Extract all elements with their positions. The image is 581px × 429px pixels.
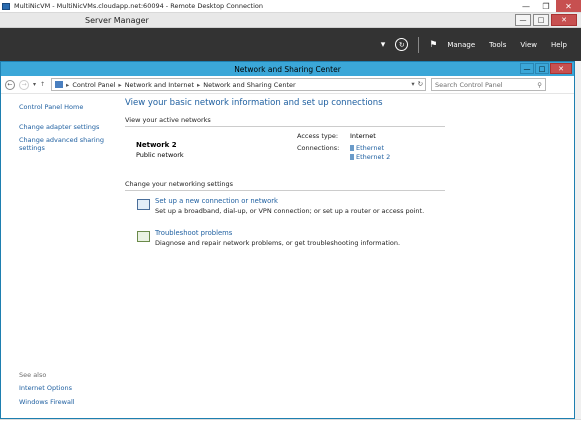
task-setup-connection: Set up a new connection or network Set u… — [125, 197, 565, 227]
nav-change-advanced-sharing[interactable]: Change advanced sharing settings — [19, 136, 114, 152]
task-troubleshoot: Troubleshoot problems Diagnose and repai… — [125, 229, 565, 259]
server-manager-title: Server Manager — [85, 15, 149, 25]
page-title: View your basic network information and … — [125, 98, 383, 108]
network-name[interactable]: Network 2 — [136, 141, 177, 149]
nsc-window-controls: — □ ✕ — [520, 63, 572, 74]
control-panel-icon — [55, 81, 64, 88]
rdc-title: MultiNicVM - MultiNicVMs.cloudapp.net:60… — [14, 2, 264, 10]
breadcrumb-network-internet[interactable]: Network and Internet — [125, 81, 194, 89]
breadcrumb-control-panel[interactable]: Control Panel — [72, 81, 115, 89]
address-bar[interactable]: ▸ Control Panel ▸ Network and Internet ▸… — [51, 78, 427, 91]
dropdown-arrow-icon[interactable]: ▾ — [381, 40, 386, 50]
access-type-row: Access type: Internet — [297, 132, 390, 140]
see-also-section: See also Internet Options Windows Firewa… — [19, 371, 114, 412]
address-row: ← → ▾ ↑ ▸ Control Panel ▸ Network and In… — [1, 76, 574, 94]
ethernet-icon — [350, 145, 354, 151]
vertical-scrollbar[interactable] — [575, 61, 581, 421]
access-type-value: Internet — [350, 132, 376, 140]
see-also-windows-firewall[interactable]: Windows Firewall — [19, 398, 114, 406]
close-icon[interactable]: ✕ — [551, 14, 577, 26]
back-arrow-icon[interactable]: ← — [5, 79, 15, 90]
active-networks-label: View your active networks — [125, 116, 445, 127]
minimize-icon[interactable]: — — [520, 63, 534, 74]
chevron-down-icon[interactable]: ▾ — [411, 80, 414, 88]
breadcrumb-separator-icon: ▸ — [66, 80, 70, 89]
network-card: Network 2 Public network Access type: In… — [125, 127, 565, 172]
refresh-icon[interactable]: ↻ — [418, 80, 423, 88]
maximize-icon[interactable]: □ — [535, 63, 549, 74]
minimize-icon[interactable]: — — [516, 0, 536, 12]
rdc-window-controls: — ❐ ✕ — [516, 0, 581, 12]
view-menu[interactable]: View — [520, 41, 537, 49]
see-also-label: See also — [19, 371, 47, 379]
bottom-strip — [0, 419, 581, 429]
nsc-title-bar: Network and Sharing Center — □ ✕ — [1, 62, 574, 76]
breadcrumb-nsc[interactable]: Network and Sharing Center — [203, 81, 295, 89]
connections-label: Connections: — [297, 144, 340, 152]
connections-list: Ethernet Ethernet 2 — [350, 144, 390, 162]
network-details: Access type: Internet Connections: Ether… — [297, 132, 390, 166]
refresh-icon[interactable]: ↻ — [395, 38, 409, 51]
left-nav: Control Panel Home Change adapter settin… — [19, 103, 114, 157]
connections-row: Connections: Ethernet Ethernet 2 — [297, 144, 390, 162]
close-icon[interactable]: ✕ — [550, 63, 572, 74]
server-manager-title-bar: Server Manager — □ ✕ — [0, 13, 581, 28]
tools-menu[interactable]: Tools — [489, 41, 506, 49]
manage-menu[interactable]: Manage — [447, 41, 475, 49]
troubleshoot-icon — [137, 231, 150, 242]
maximize-icon[interactable]: □ — [533, 14, 549, 26]
minimize-icon[interactable]: — — [515, 14, 531, 26]
connection-ethernet-label: Ethernet — [356, 144, 384, 152]
server-manager-toolbar: ▾ ↻ ⚑ Manage Tools View Help — [0, 28, 581, 61]
restore-icon[interactable]: ❐ — [536, 0, 556, 12]
rdc-app-icon — [2, 2, 10, 10]
search-icon[interactable]: ⚲ — [537, 81, 542, 89]
search-input[interactable]: Search Control Panel ⚲ — [431, 78, 547, 91]
breadcrumb-separator-icon: ▸ — [197, 80, 201, 89]
notifications-flag-icon[interactable]: ⚑ — [429, 40, 437, 50]
nsc-window-title: Network and Sharing Center — [234, 64, 341, 74]
setup-connection-link[interactable]: Set up a new connection or network — [155, 197, 278, 205]
change-settings-label: Change your networking settings — [125, 180, 445, 191]
connection-ethernet-2-label: Ethernet 2 — [356, 153, 391, 161]
rdc-title-bar: MultiNicVM - MultiNicVMs.cloudapp.net:60… — [0, 0, 581, 13]
nav-change-adapter-settings[interactable]: Change adapter settings — [19, 123, 114, 131]
connection-ethernet-2[interactable]: Ethernet 2 — [350, 153, 390, 162]
recent-pages-icon[interactable]: ▾ — [33, 81, 36, 88]
help-menu[interactable]: Help — [551, 41, 567, 49]
ethernet-icon — [350, 154, 354, 160]
network-setup-icon — [137, 199, 150, 210]
see-also-internet-options[interactable]: Internet Options — [19, 384, 114, 392]
breadcrumb-separator-icon: ▸ — [118, 80, 122, 89]
access-type-label: Access type: — [297, 132, 339, 140]
troubleshoot-link[interactable]: Troubleshoot problems — [155, 229, 232, 237]
network-type[interactable]: Public network — [136, 151, 184, 159]
up-arrow-icon[interactable]: ↑ — [40, 81, 45, 88]
search-placeholder: Search Control Panel — [435, 80, 503, 89]
connection-ethernet[interactable]: Ethernet — [350, 144, 390, 153]
main-content: View your basic network information and … — [125, 98, 565, 259]
close-icon[interactable]: ✕ — [556, 0, 581, 12]
server-manager-window-controls: — □ ✕ — [515, 14, 577, 26]
nav-control-panel-home[interactable]: Control Panel Home — [19, 103, 114, 111]
forward-arrow-icon[interactable]: → — [19, 79, 29, 90]
setup-connection-desc: Set up a broadband, dial-up, or VPN conn… — [155, 207, 425, 215]
toolbar-separator — [418, 36, 420, 53]
network-sharing-center-window: Network and Sharing Center — □ ✕ ← → ▾ ↑… — [0, 61, 575, 419]
address-actions: ▾ ↻ — [411, 80, 423, 88]
troubleshoot-desc: Diagnose and repair network problems, or… — [155, 239, 401, 247]
